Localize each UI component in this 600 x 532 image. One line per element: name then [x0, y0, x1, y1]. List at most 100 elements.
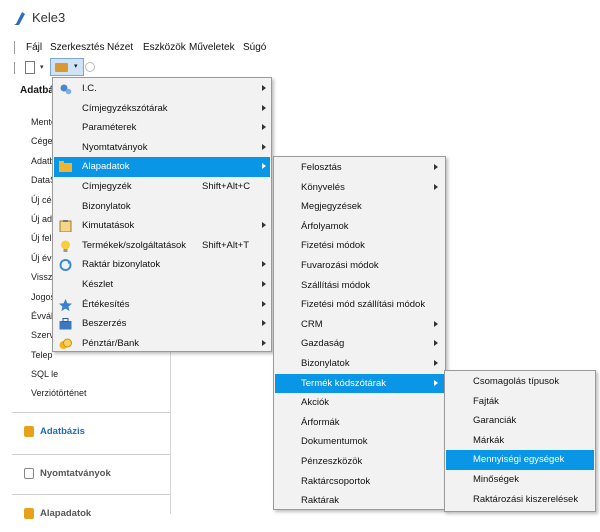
menu-item-mennyisegi-egysegek[interactable]: Mennyiségi egységek: [446, 450, 594, 470]
submenu-arrow-icon: [434, 164, 438, 170]
menu-file[interactable]: Fájl: [26, 42, 42, 53]
menu-item-label: Fizetési mód szállítási módok: [301, 299, 426, 311]
menu-item-kimutatasok[interactable]: Kimutatások: [54, 216, 270, 236]
submenu-arrow-icon: [262, 104, 266, 111]
menu-item-raktar-bizonylatok[interactable]: Raktár bizonylatok: [54, 255, 270, 275]
menu-bar: Fájl Szerkesztés Nézet Eszközök Művelete…: [0, 38, 600, 58]
disabled-tool-icon: [85, 62, 95, 72]
nav-forms-label: Nyomtatványok: [40, 468, 111, 479]
menu-item-felosztas[interactable]: Felosztás: [275, 158, 444, 178]
menu-item-arfolyamok[interactable]: Árfolyamok: [275, 217, 444, 237]
menu-item-label: Készlet: [82, 279, 114, 290]
menu-item-label: Akciók: [301, 397, 329, 409]
menu-item-label: Raktározási kiszerelések: [473, 493, 579, 505]
refresh-icon: [59, 259, 72, 272]
menu-item-beszerzes[interactable]: Beszerzés: [54, 314, 270, 334]
open-dropdown-caret: ▾: [74, 63, 78, 70]
menu-item-label: Szállítási módok: [301, 279, 371, 291]
toolbar: ▾ ▾: [0, 58, 600, 78]
submenu-arrow-icon: [262, 339, 266, 346]
menu-item-label: Garanciák: [473, 415, 517, 427]
menu-item-fajtak[interactable]: Fajták: [446, 392, 594, 412]
submenu-alapadatok: Felosztás Könyvelés Megjegyzések Árfolyamok…: [273, 156, 446, 510]
app-title: Kele3: [32, 10, 66, 25]
menu-item-akciok[interactable]: Akciók: [275, 393, 444, 413]
menu-item-ertekesites[interactable]: Értékesítés: [54, 295, 270, 315]
menu-item-bizonylatok[interactable]: Bizonylatok: [275, 354, 444, 374]
menu-item-label: Nyomtatványok: [82, 141, 148, 153]
menu-item-label: Megjegyzések: [301, 201, 362, 213]
submenu-arrow-icon: [262, 143, 266, 150]
menu-item-label: Fajták: [473, 395, 499, 407]
menu-item-label: Paraméterek: [82, 122, 137, 134]
menu-item-nyomtatvanyok[interactable]: Nyomtatványok: [54, 138, 270, 158]
submenu-arrow-icon: [262, 281, 266, 287]
menu-item-label: Dokumentumok: [301, 436, 368, 448]
menu-item-minosegek[interactable]: Minőségek: [446, 470, 594, 490]
menu-item-label: Raktárak: [301, 495, 340, 507]
menu-item-alapadatok[interactable]: Alapadatok: [54, 157, 270, 177]
menu-item-label: Pénztár/Bank: [82, 337, 140, 349]
menu-item-penztar-bank[interactable]: Pénztár/Bank: [54, 334, 270, 354]
menu-item-label: Fizetési módok: [301, 240, 365, 252]
menu-item-csomagolas-tipusok[interactable]: Csomagolás típusok: [446, 372, 594, 392]
document-icon: [24, 468, 34, 479]
menu-item-markak[interactable]: Márkák: [446, 431, 594, 451]
menu-edit[interactable]: Szerkesztés: [50, 42, 104, 53]
menu-item-termekek-szolgaltatasok[interactable]: Termékek/szolgáltatások Shift+Alt+T: [54, 236, 270, 256]
submenu-arrow-icon: [434, 360, 438, 366]
menu-item-cimjegyzek[interactable]: Címjegyzék Shift+Alt+C: [54, 177, 270, 197]
menu-item-dokumentumok[interactable]: Dokumentumok: [275, 432, 444, 452]
menu-item-i-c[interactable]: I.C.: [54, 79, 270, 99]
menu-item-keszlet[interactable]: Készlet: [54, 275, 270, 295]
menu-item-label: I.C.: [82, 83, 97, 94]
new-dropdown-caret[interactable]: ▾: [40, 63, 44, 71]
menu-item-raktarcsoportok[interactable]: Raktárcsoportok: [275, 472, 444, 492]
menu-item-garanciak[interactable]: Garanciák: [446, 411, 594, 431]
menu-item-termek-kodszotarak[interactable]: Termék kódszótárak: [275, 373, 444, 394]
left-panel-title: Adatbá: [20, 85, 54, 96]
menu-item-bizonylatok[interactable]: Bizonylatok: [54, 197, 270, 217]
menu-item-crm[interactable]: CRM: [275, 315, 444, 335]
nav-forms[interactable]: Nyomtatványok: [12, 454, 170, 492]
left-panel-item[interactable]: Verziótörténet: [31, 384, 87, 403]
menu-item-penzeszkozok[interactable]: Pénzeszközök: [275, 452, 444, 472]
left-panel-item[interactable]: SQL le: [31, 365, 87, 384]
menu-item-label: Minőségek: [473, 474, 519, 485]
menu-item-raktarak[interactable]: Raktárak: [275, 491, 444, 511]
menu-item-label: Könyvelés: [301, 181, 345, 193]
title-bar: Kele3: [0, 0, 600, 38]
menu-item-parameterek[interactable]: Paraméterek: [54, 118, 270, 138]
menu-operations[interactable]: Műveletek: [189, 42, 235, 53]
menu-item-fizetesi-mod-szallitasi-modok[interactable]: Fizetési mód szállítási módok: [275, 295, 444, 315]
menu-view[interactable]: Nézet: [107, 42, 133, 53]
menu-item-konyveles[interactable]: Könyvelés: [275, 178, 444, 198]
menu-item-arformak[interactable]: Árformák: [275, 413, 444, 433]
menu-item-label: Márkák: [473, 434, 505, 446]
menu-item-label: Bizonylatok: [301, 358, 350, 369]
menu-item-gazdasag[interactable]: Gazdaság: [275, 334, 444, 354]
menu-item-fuvarozasi-modok[interactable]: Fuvarozási módok: [275, 256, 444, 276]
nav-database[interactable]: Adatbázis: [12, 412, 170, 450]
menu-tools[interactable]: Eszközök: [143, 42, 186, 53]
new-document-icon[interactable]: [25, 61, 35, 74]
coins-icon: [59, 338, 72, 349]
submenu-arrow-icon: [262, 222, 266, 229]
menu-item-megjegyzesek[interactable]: Megjegyzések: [275, 197, 444, 217]
nav-basedata[interactable]: Alapadatok: [12, 494, 170, 532]
menu-item-label: Alapadatok: [82, 161, 130, 173]
menu-item-label: Árfolyamok: [301, 220, 349, 232]
menubar-grip: [14, 41, 15, 54]
menu-item-label: Kimutatások: [82, 220, 135, 232]
menu-item-szallitasi-modok[interactable]: Szállítási módok: [275, 276, 444, 296]
menu-help[interactable]: Súgó: [243, 42, 266, 53]
menu-item-label: Címjegyzékszótárak: [82, 102, 168, 114]
open-button[interactable]: ▾: [50, 58, 84, 76]
menu-item-fizetesi-modok[interactable]: Fizetési módok: [275, 236, 444, 256]
menu-item-label: Raktár bizonylatok: [82, 259, 161, 271]
menu-item-raktarozasi-kiszerelesek[interactable]: Raktározási kiszerelések: [446, 490, 594, 510]
menu-item-label: Gazdaság: [301, 338, 345, 350]
submenu-arrow-icon: [262, 320, 266, 327]
menu-item-cimjegyzekszotarak[interactable]: Címjegyzékszótárak: [54, 99, 270, 119]
briefcase-icon: [59, 318, 72, 330]
